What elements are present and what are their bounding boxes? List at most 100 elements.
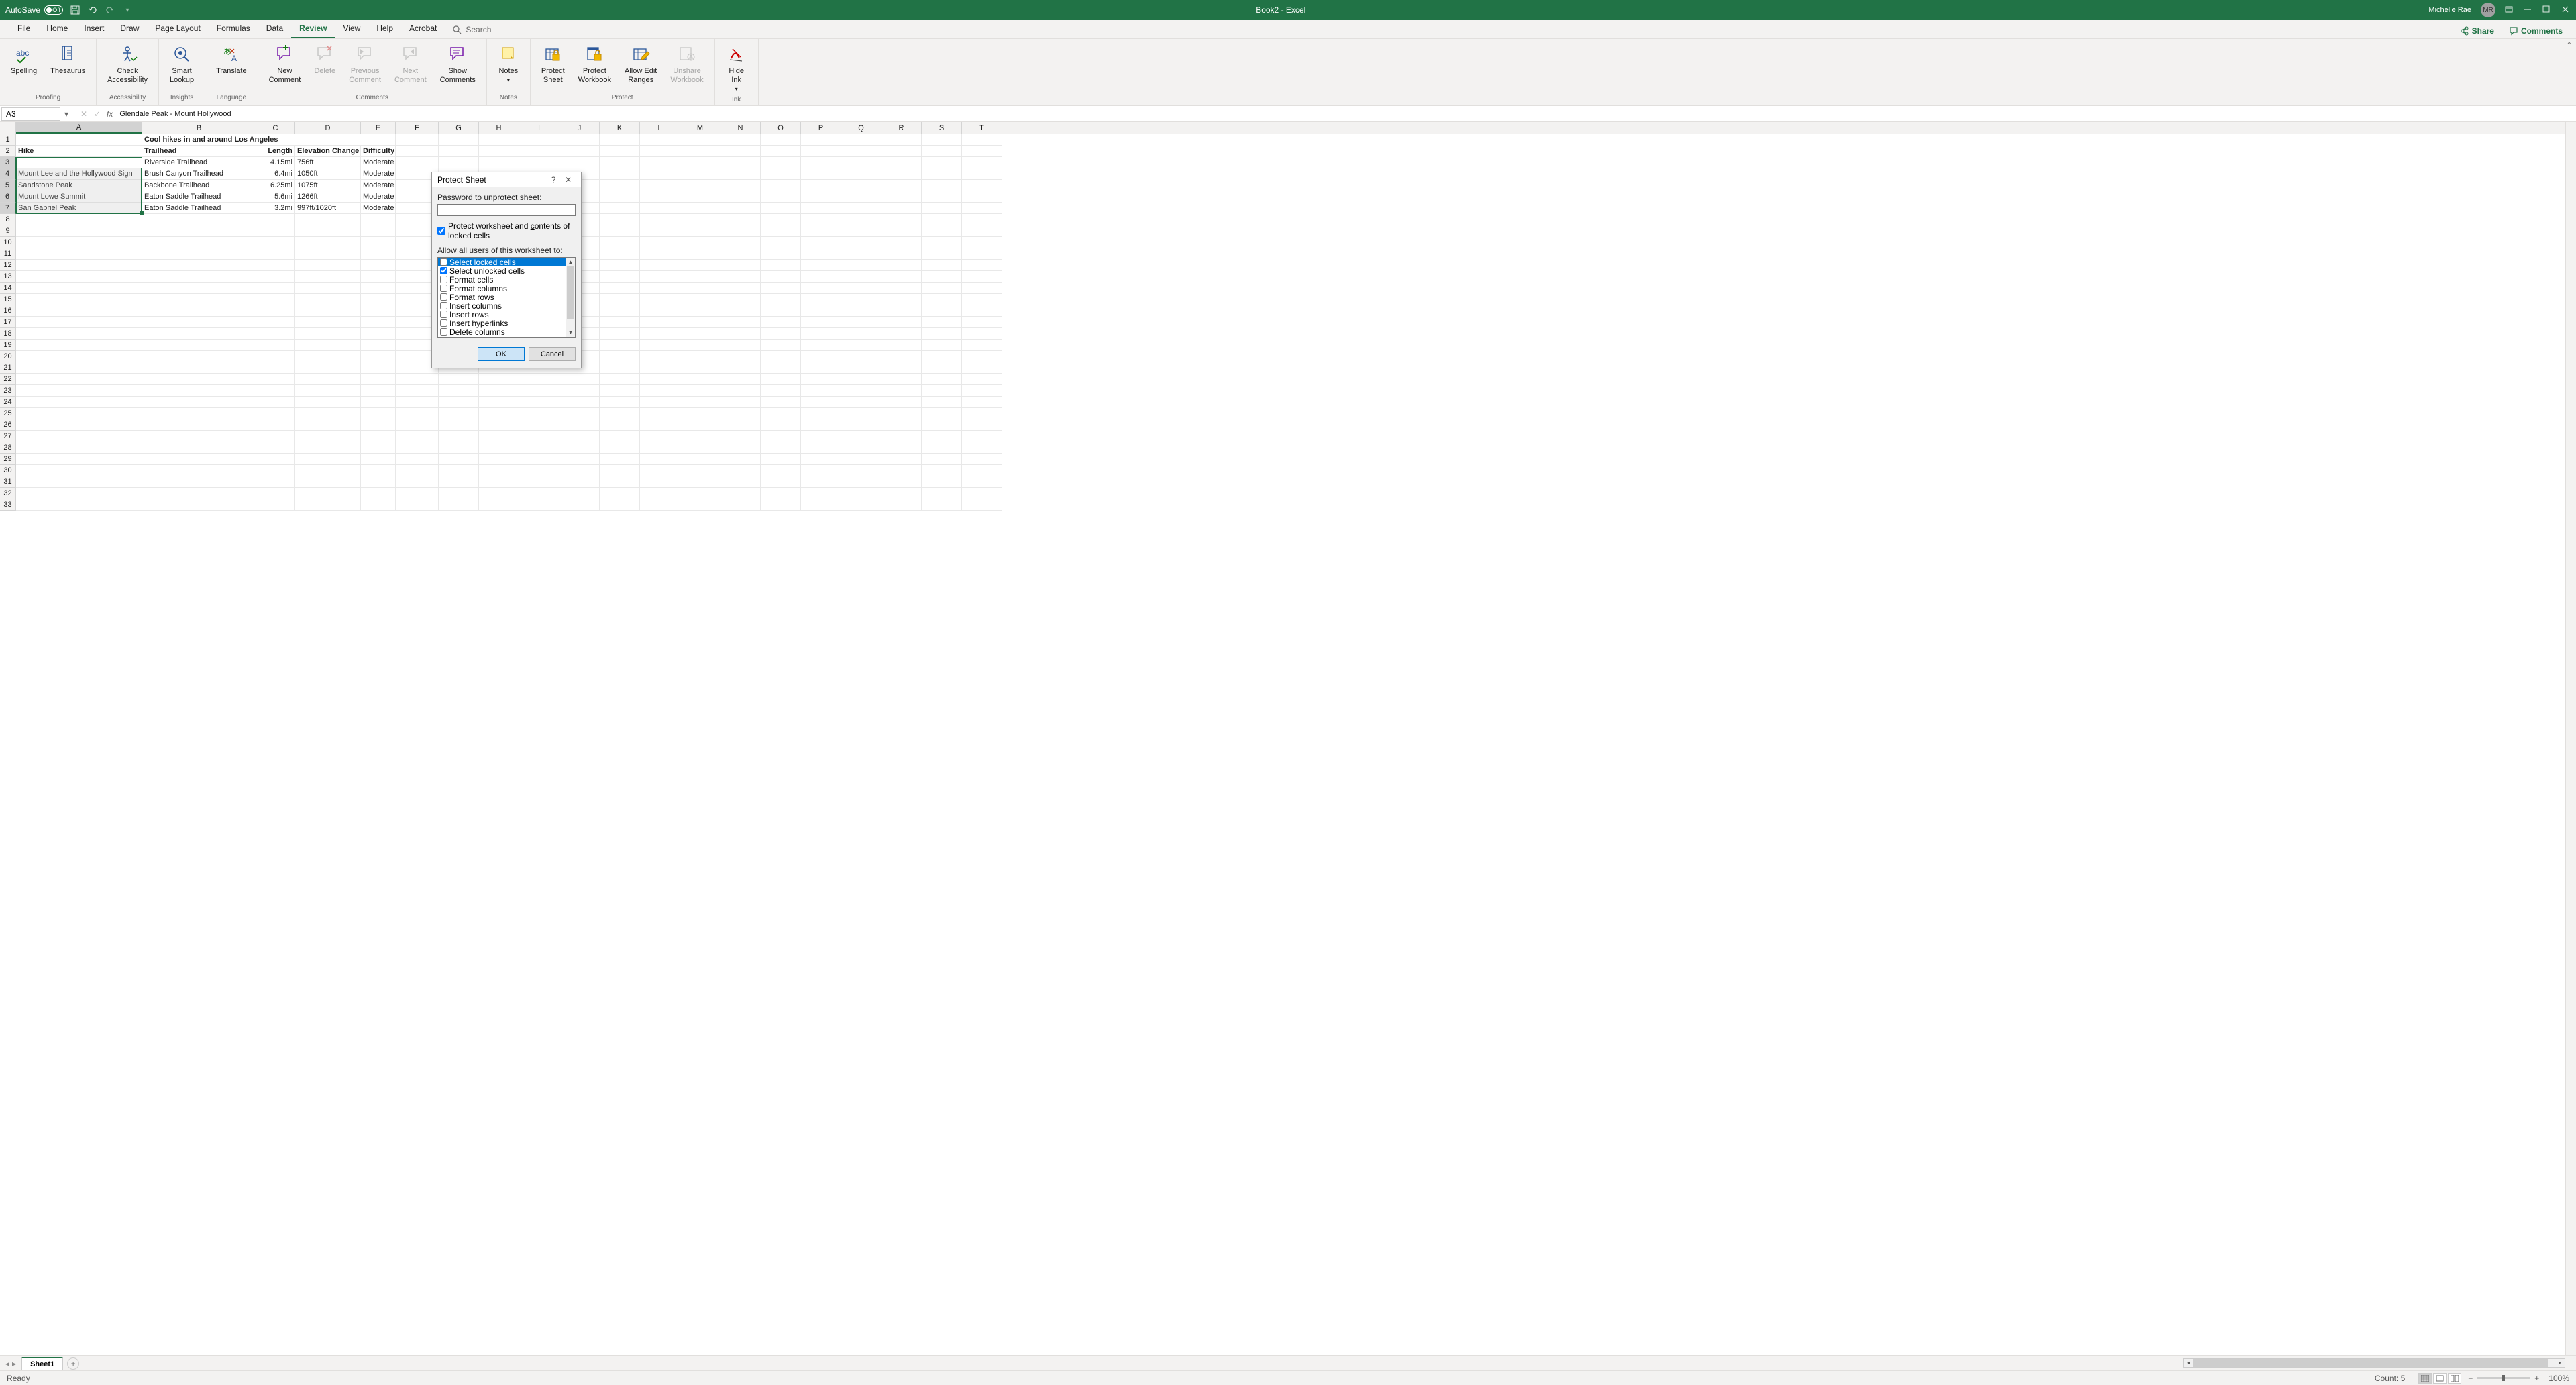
cell-K22[interactable] — [600, 374, 640, 385]
cell-C25[interactable] — [256, 408, 295, 419]
cell-M19[interactable] — [680, 340, 720, 351]
cell-C32[interactable] — [256, 488, 295, 499]
cell-R13[interactable] — [881, 271, 922, 283]
cell-L25[interactable] — [640, 408, 680, 419]
cell-T5[interactable] — [962, 180, 1002, 191]
cell-S27[interactable] — [922, 431, 962, 442]
cell-G1[interactable] — [439, 134, 479, 146]
cell-K1[interactable] — [600, 134, 640, 146]
cell-T19[interactable] — [962, 340, 1002, 351]
cell-H32[interactable] — [479, 488, 519, 499]
row-header-23[interactable]: 23 — [0, 385, 16, 397]
cell-K13[interactable] — [600, 271, 640, 283]
cell-A13[interactable] — [16, 271, 142, 283]
cell-H23[interactable] — [479, 385, 519, 397]
cell-M4[interactable] — [680, 168, 720, 180]
cell-I28[interactable] — [519, 442, 559, 454]
perm-delete-columns[interactable]: Delete columns — [438, 327, 566, 336]
cell-D21[interactable] — [295, 362, 361, 374]
cell-N26[interactable] — [720, 419, 761, 431]
col-header-S[interactable]: S — [922, 122, 962, 134]
cell-M13[interactable] — [680, 271, 720, 283]
cell-F23[interactable] — [396, 385, 439, 397]
cell-C2[interactable]: Length — [256, 146, 295, 157]
cell-D29[interactable] — [295, 454, 361, 465]
cell-S17[interactable] — [922, 317, 962, 328]
cell-M26[interactable] — [680, 419, 720, 431]
cell-O11[interactable] — [761, 248, 801, 260]
cell-M27[interactable] — [680, 431, 720, 442]
cell-R26[interactable] — [881, 419, 922, 431]
cell-Q8[interactable] — [841, 214, 881, 225]
cell-S16[interactable] — [922, 305, 962, 317]
col-header-A[interactable]: A — [16, 122, 142, 134]
cell-L31[interactable] — [640, 476, 680, 488]
cell-D16[interactable] — [295, 305, 361, 317]
cell-P25[interactable] — [801, 408, 841, 419]
thesaurus-button[interactable]: Thesaurus — [46, 42, 89, 78]
comments-button[interactable]: Comments — [2504, 23, 2568, 38]
cell-Q6[interactable] — [841, 191, 881, 203]
cell-B32[interactable] — [142, 488, 256, 499]
cell-O23[interactable] — [761, 385, 801, 397]
add-sheet-button[interactable]: + — [67, 1357, 79, 1370]
cell-T25[interactable] — [962, 408, 1002, 419]
cell-R33[interactable] — [881, 499, 922, 511]
hscroll-left-icon[interactable]: ◂ — [2184, 1359, 2193, 1367]
cell-B30[interactable] — [142, 465, 256, 476]
cell-N1[interactable] — [720, 134, 761, 146]
row-header-27[interactable]: 27 — [0, 431, 16, 442]
tab-scroll-left-icon[interactable]: ◂ — [5, 1359, 9, 1368]
perm-select-unlocked-cells[interactable]: Select unlocked cells — [438, 266, 566, 275]
cell-D4[interactable]: 1050ft — [295, 168, 361, 180]
cell-C22[interactable] — [256, 374, 295, 385]
cell-B31[interactable] — [142, 476, 256, 488]
permissions-scrollbar[interactable]: ▲ ▼ — [566, 258, 575, 337]
cell-P12[interactable] — [801, 260, 841, 271]
cell-N5[interactable] — [720, 180, 761, 191]
cell-E26[interactable] — [361, 419, 396, 431]
cell-E10[interactable] — [361, 237, 396, 248]
cell-B10[interactable] — [142, 237, 256, 248]
cell-K29[interactable] — [600, 454, 640, 465]
cell-Q26[interactable] — [841, 419, 881, 431]
cell-R27[interactable] — [881, 431, 922, 442]
cell-F33[interactable] — [396, 499, 439, 511]
cell-K12[interactable] — [600, 260, 640, 271]
cell-E23[interactable] — [361, 385, 396, 397]
row-header-18[interactable]: 18 — [0, 328, 16, 340]
cell-C31[interactable] — [256, 476, 295, 488]
row-header-17[interactable]: 17 — [0, 317, 16, 328]
cell-A22[interactable] — [16, 374, 142, 385]
cell-B3[interactable]: Riverside Trailhead — [142, 157, 256, 168]
cell-O2[interactable] — [761, 146, 801, 157]
cell-C6[interactable]: 5.6mi — [256, 191, 295, 203]
cell-N12[interactable] — [720, 260, 761, 271]
cell-K23[interactable] — [600, 385, 640, 397]
cell-M24[interactable] — [680, 397, 720, 408]
scroll-up-icon[interactable]: ▲ — [566, 258, 575, 266]
cell-L9[interactable] — [640, 225, 680, 237]
cell-N27[interactable] — [720, 431, 761, 442]
row-header-31[interactable]: 31 — [0, 476, 16, 488]
cell-M14[interactable] — [680, 283, 720, 294]
cell-Q11[interactable] — [841, 248, 881, 260]
row-header-7[interactable]: 7 — [0, 203, 16, 214]
maximize-icon[interactable] — [2542, 5, 2552, 15]
cell-K4[interactable] — [600, 168, 640, 180]
cell-O4[interactable] — [761, 168, 801, 180]
cell-T11[interactable] — [962, 248, 1002, 260]
cell-O16[interactable] — [761, 305, 801, 317]
cell-P3[interactable] — [801, 157, 841, 168]
cell-G23[interactable] — [439, 385, 479, 397]
cell-O8[interactable] — [761, 214, 801, 225]
cell-K2[interactable] — [600, 146, 640, 157]
cell-P2[interactable] — [801, 146, 841, 157]
cell-I23[interactable] — [519, 385, 559, 397]
cell-K19[interactable] — [600, 340, 640, 351]
cell-D32[interactable] — [295, 488, 361, 499]
cell-Q5[interactable] — [841, 180, 881, 191]
cell-E31[interactable] — [361, 476, 396, 488]
cell-I26[interactable] — [519, 419, 559, 431]
perm-select-locked-cells[interactable]: Select locked cells — [438, 258, 566, 266]
